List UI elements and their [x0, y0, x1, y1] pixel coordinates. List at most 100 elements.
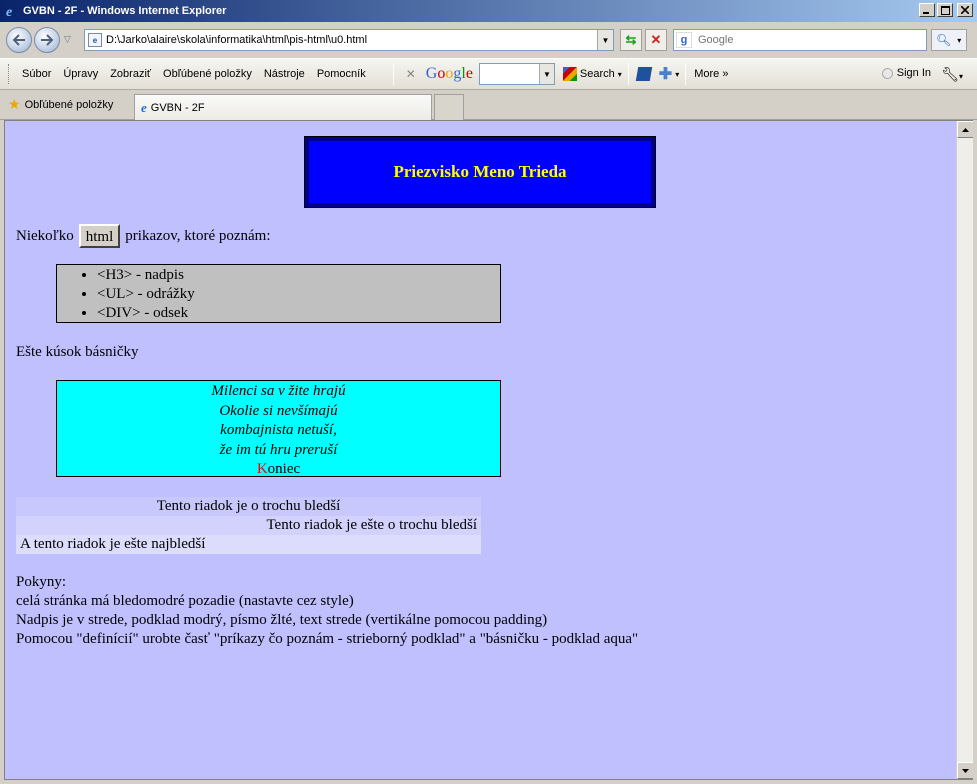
maximize-icon — [940, 5, 950, 15]
favorites-star-icon: ★ — [8, 96, 21, 112]
recent-pages-dropdown[interactable]: ▽ — [64, 34, 71, 45]
google-g-icon — [562, 67, 577, 81]
search-dropdown-icon: ▾ — [617, 69, 622, 79]
refresh-icon: ⇆ — [625, 32, 637, 47]
menu-favorites[interactable]: Obľúbené položky — [163, 68, 252, 80]
html-button[interactable]: html — [78, 224, 121, 248]
address-row: ▽ e D:\Jarko\alaire\skola\informatika\ht… — [0, 22, 977, 58]
address-dropdown-button[interactable]: ▼ — [597, 30, 613, 50]
forward-button[interactable] — [34, 27, 60, 53]
plus-icon: ✚ — [658, 66, 673, 83]
search-label: Search — [579, 68, 615, 80]
poem-line: kombajnista netuší, — [220, 422, 337, 438]
new-tab-button[interactable] — [434, 94, 464, 120]
maximize-button[interactable] — [937, 3, 953, 17]
poem-end-rest: oniec — [267, 461, 301, 477]
google-search-dropdown[interactable]: ▼ — [538, 64, 554, 84]
poem-line: že im tú hru preruší — [219, 441, 338, 458]
close-icon — [961, 6, 969, 14]
google-search-button[interactable]: Search ▾ — [562, 67, 622, 81]
google-toolbar-search-input[interactable]: ▼ — [478, 63, 555, 85]
google-toolbar-logo: Google — [425, 65, 473, 82]
scroll-up-icon — [962, 127, 969, 132]
sign-in-button[interactable]: Sign In — [881, 67, 931, 79]
menu-tools[interactable]: Nástroje — [264, 68, 305, 80]
instructions-title: Pokyny: — [16, 574, 67, 590]
toolbar-separator-3 — [685, 63, 687, 85]
address-url[interactable]: D:\Jarko\alaire\skola\informatika\html\p… — [106, 34, 367, 46]
google-icon: g — [676, 32, 692, 48]
search-input[interactable] — [696, 33, 916, 47]
favorites-button[interactable]: ★ Obľúbené položky — [8, 96, 113, 113]
shaded-row-2: Tento riadok je ešte o trochu bledší — [16, 516, 481, 535]
intro-line: Niekoľko html prikazov, ktoré poznám: — [16, 224, 271, 248]
ie-logo-icon: e — [4, 3, 20, 20]
bookmark-book-icon — [635, 67, 653, 81]
search-button[interactable]: 🔍︎ ▾ — [931, 29, 967, 51]
address-bar[interactable]: e D:\Jarko\alaire\skola\informatika\html… — [84, 29, 614, 51]
scroll-down-button[interactable] — [957, 762, 973, 779]
list-item: <UL> - odrážky — [97, 285, 500, 304]
page-heading: Priezvisko Meno Trieda — [304, 136, 656, 208]
refresh-button[interactable]: ⇆ — [620, 29, 642, 51]
list-item: <H3> - nadpis — [97, 266, 500, 285]
minimize-icon — [923, 12, 929, 14]
toolbar-grip[interactable] — [8, 64, 11, 84]
menu-file[interactable]: Súbor — [22, 68, 51, 80]
menu-help[interactable]: Pomocník — [317, 68, 366, 80]
back-button[interactable] — [6, 27, 32, 53]
minimize-button[interactable] — [919, 3, 935, 17]
intro-text-before: Niekoľko — [16, 227, 74, 244]
search-box[interactable]: g — [673, 29, 927, 51]
commands-list: <H3> - nadpis <UL> - odrážky <DIV> - ods… — [57, 265, 500, 323]
instructions: Pokyny: celá stránka má bledomodré pozad… — [16, 573, 638, 649]
favorites-label: Obľúbené položky — [24, 98, 114, 111]
tab-gvbn[interactable]: e GVBN - 2F — [134, 94, 432, 120]
search-options-dropdown[interactable]: ▾ — [957, 36, 961, 45]
commands-list-box: <H3> - nadpis <UL> - odrážky <DIV> - ods… — [56, 264, 501, 323]
menu-toolbar-row: Súbor Úpravy Zobraziť Obľúbené položky N… — [0, 58, 977, 90]
shaded-row-1: Tento riadok je o trochu bledší — [16, 497, 481, 516]
poem-end: Koniec — [57, 460, 500, 480]
instruction-line: celá stránka má bledomodré pozadie (nast… — [16, 593, 354, 609]
menu-edit[interactable]: Úpravy — [63, 68, 98, 80]
menu-view[interactable]: Zobraziť — [110, 68, 151, 80]
shaded-rows: Tento riadok je o trochu bledší Tento ri… — [16, 497, 481, 554]
poem-intro: Ešte kúsok básničky — [16, 344, 139, 360]
back-arrow-icon — [12, 34, 25, 46]
forward-arrow-icon — [41, 34, 54, 46]
list-item: <DIV> - odsek — [97, 304, 500, 323]
poem-box: Milenci sa v žite hrajú Okolie si nevším… — [56, 380, 501, 477]
shaded-row-3: A tento riadok je ešte najbledší — [16, 535, 481, 554]
add-button[interactable]: ✚ ▾ — [659, 64, 679, 84]
magnifier-icon: 🔍︎ — [936, 33, 952, 47]
add-dropdown-icon: ▾ — [675, 69, 680, 79]
bookmarks-button[interactable] — [635, 67, 653, 81]
stop-icon: ✕ — [650, 32, 662, 47]
poem-end-first-letter: K — [256, 461, 268, 477]
scroll-down-icon — [962, 768, 969, 773]
close-button[interactable] — [957, 3, 973, 17]
vertical-scrollbar[interactable] — [956, 121, 973, 779]
intro-text-after: prikazov, ktoré poznám: — [125, 227, 271, 244]
sign-in-icon — [881, 67, 893, 79]
poem-line: Okolie si nevšímajú — [219, 402, 338, 419]
close-toolbar-icon[interactable]: ✕ — [406, 67, 416, 81]
instruction-line: Nadpis je v strede, podklad modrý, písmo… — [16, 612, 548, 628]
more-button[interactable]: More » — [694, 68, 728, 80]
page-content: Priezvisko Meno Trieda Niekoľko html pri… — [5, 121, 957, 779]
svg-text:e: e — [6, 5, 12, 19]
sign-in-label: Sign In — [896, 67, 931, 79]
toolbar-separator-2 — [627, 63, 629, 85]
ie-tab-icon: e — [141, 99, 147, 115]
scroll-up-button[interactable] — [957, 121, 973, 138]
favorites-tab-row: ★ Obľúbené položky e GVBN - 2F — [0, 90, 977, 120]
title-bar: e GVBN - 2F - Windows Internet Explorer — [0, 0, 977, 22]
poem-line: Milenci sa v žite hrajú — [211, 383, 346, 399]
settings-wrench-icon[interactable]: 🔧︎▾ — [941, 66, 963, 83]
tab-title: GVBN - 2F — [150, 101, 205, 114]
page-viewport: Priezvisko Meno Trieda Niekoľko html pri… — [4, 120, 973, 780]
instruction-line: Pomocou "definícií" urobte časť "príkazy… — [16, 631, 639, 647]
stop-button[interactable]: ✕ — [645, 29, 667, 51]
window-title: GVBN - 2F - Windows Internet Explorer — [23, 5, 227, 17]
